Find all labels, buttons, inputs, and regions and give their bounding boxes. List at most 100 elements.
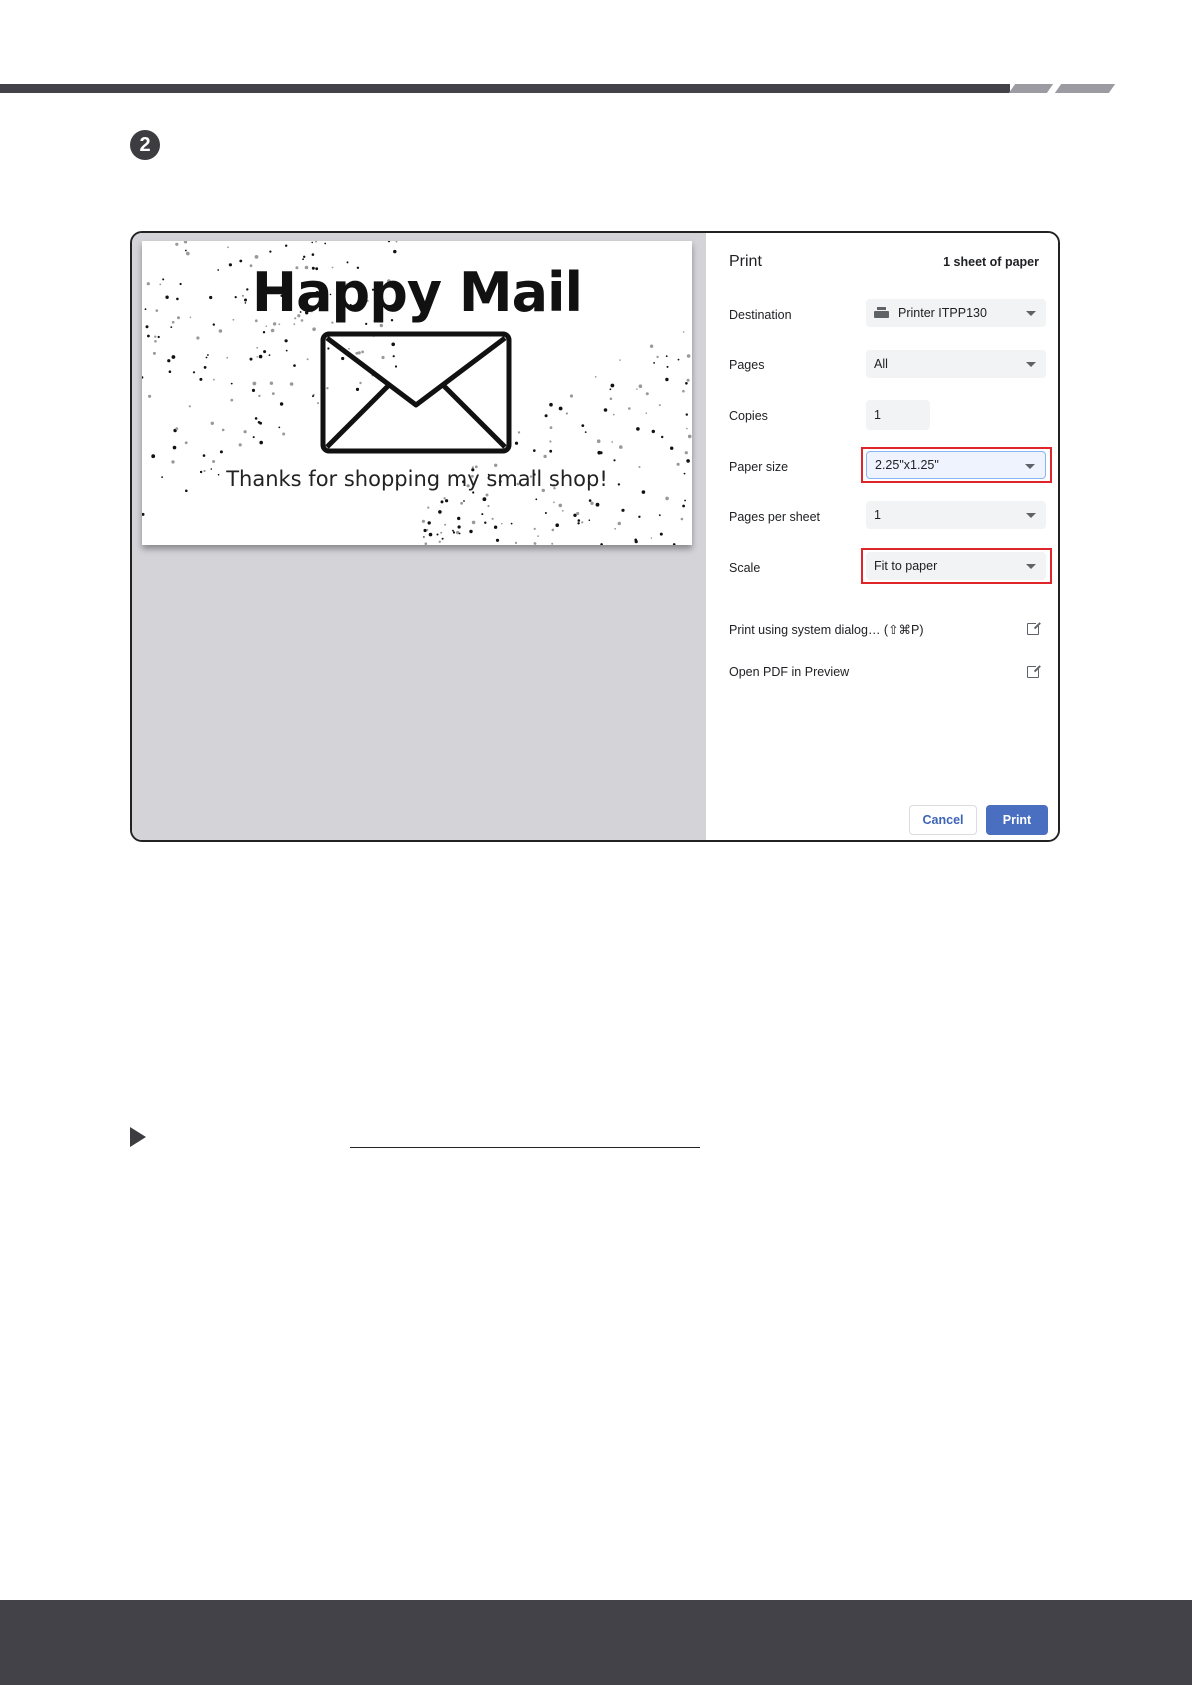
confetti-dot bbox=[444, 523, 447, 526]
confetti-dot bbox=[262, 331, 266, 334]
confetti-dot bbox=[357, 351, 361, 355]
confetti-dot bbox=[577, 519, 581, 522]
confetti-dot bbox=[443, 497, 446, 500]
chevron-down-icon bbox=[1026, 513, 1036, 518]
confetti-dot bbox=[682, 504, 685, 508]
printer-icon bbox=[874, 307, 889, 319]
confetti-dot bbox=[148, 394, 152, 398]
pages-per-sheet-select[interactable]: 1 bbox=[866, 501, 1046, 529]
confetti-dot bbox=[596, 439, 601, 443]
pages-per-sheet-value: 1 bbox=[874, 508, 881, 522]
confetti-dot bbox=[533, 542, 537, 545]
confetti-dot bbox=[157, 335, 160, 339]
confetti-dot bbox=[428, 532, 433, 537]
confetti-dot bbox=[628, 407, 631, 410]
copies-input[interactable]: 1 bbox=[866, 400, 930, 430]
confetti-dot bbox=[611, 441, 614, 443]
confetti-dot bbox=[507, 444, 510, 447]
confetti-dot bbox=[682, 331, 685, 333]
confetti-dot bbox=[665, 377, 669, 382]
confetti-dot bbox=[535, 498, 538, 501]
confetti-dot bbox=[551, 528, 555, 532]
confetti-dot bbox=[553, 501, 555, 504]
confetti-dot bbox=[172, 445, 177, 450]
open-external-icon[interactable] bbox=[1027, 621, 1041, 635]
confetti-dot bbox=[656, 355, 659, 359]
confetti-dot bbox=[594, 376, 597, 378]
confetti-dot bbox=[484, 521, 487, 524]
scale-label: Scale bbox=[729, 561, 761, 575]
confetti-dot bbox=[676, 462, 680, 466]
paper-size-highlight bbox=[861, 447, 1052, 483]
pages-per-sheet-label: Pages per sheet bbox=[729, 510, 821, 524]
confetti-dot bbox=[650, 537, 653, 539]
confetti-dot bbox=[537, 535, 539, 537]
confetti-dot bbox=[423, 528, 427, 533]
open-pdf-link[interactable]: Open PDF in Preview bbox=[729, 665, 849, 679]
confetti-dot bbox=[436, 533, 439, 536]
confetti-dot bbox=[551, 542, 554, 545]
confetti-dot bbox=[426, 529, 429, 531]
confetti-dot bbox=[252, 381, 257, 386]
confetti-dot bbox=[147, 334, 150, 338]
print-dialog: Happy Mail Thanks for shopping my small … bbox=[130, 231, 1060, 842]
confetti-dot bbox=[638, 384, 643, 388]
confetti-dot bbox=[171, 460, 175, 464]
confetti-dot bbox=[175, 427, 179, 430]
confetti-dot bbox=[393, 249, 397, 254]
pages-select[interactable]: All bbox=[866, 350, 1046, 378]
confetti-dot bbox=[395, 241, 398, 243]
confetti-dot bbox=[268, 354, 271, 356]
open-external-icon[interactable] bbox=[1027, 664, 1041, 678]
confetti-dot bbox=[619, 359, 621, 361]
confetti-dot bbox=[170, 326, 173, 328]
destination-select[interactable]: Printer ITPP130 bbox=[866, 299, 1046, 327]
confetti-dot bbox=[514, 441, 519, 445]
confetti-dot bbox=[670, 446, 674, 450]
confetti-dot bbox=[558, 503, 563, 508]
confetti-dot bbox=[251, 388, 256, 392]
confetti-dot bbox=[327, 347, 330, 350]
confetti-dot bbox=[438, 540, 441, 543]
copies-label: Copies bbox=[729, 409, 768, 423]
confetti-dot bbox=[588, 519, 591, 521]
confetti-dot bbox=[221, 428, 225, 432]
confetti-dot bbox=[549, 402, 553, 407]
confetti-dot bbox=[154, 340, 157, 343]
confetti-dot bbox=[677, 358, 680, 361]
confetti-dot bbox=[303, 255, 306, 258]
confetti-dot bbox=[312, 395, 314, 398]
confetti-dot bbox=[371, 374, 374, 377]
confetti-dot bbox=[218, 329, 223, 333]
confetti-dot bbox=[682, 389, 685, 393]
confetti-dot bbox=[544, 414, 548, 418]
destination-value: Printer ITPP130 bbox=[898, 306, 987, 320]
confetti-dot bbox=[202, 454, 206, 457]
print-button[interactable]: Print bbox=[986, 805, 1048, 835]
confetti-dot bbox=[533, 449, 536, 452]
system-dialog-link[interactable]: Print using system dialog… (⇧⌘P) bbox=[729, 622, 924, 637]
chevron-down-icon bbox=[1026, 311, 1036, 316]
confetti-dot bbox=[565, 412, 568, 415]
confetti-dot bbox=[543, 454, 547, 459]
confetti-dot bbox=[517, 431, 521, 434]
confetti-dot bbox=[685, 413, 688, 416]
confetti-dot bbox=[533, 527, 536, 530]
confetti-dot bbox=[256, 356, 258, 358]
confetti-dot bbox=[379, 323, 383, 328]
confetti-dot bbox=[270, 328, 275, 333]
confetti-dot bbox=[561, 510, 564, 512]
confetti-dot bbox=[603, 408, 608, 412]
cancel-button[interactable]: Cancel bbox=[909, 805, 977, 835]
confetti-dot bbox=[685, 382, 688, 385]
confetti-dot bbox=[285, 244, 288, 247]
confetti-dot bbox=[493, 525, 498, 529]
confetti-dot bbox=[192, 371, 196, 374]
confetti-dot bbox=[653, 362, 655, 364]
confetti-dot bbox=[487, 504, 490, 508]
print-preview-pane: Happy Mail Thanks for shopping my small … bbox=[132, 233, 706, 840]
confetti-dot bbox=[457, 525, 461, 529]
confetti-dot bbox=[372, 334, 375, 337]
confetti-dot bbox=[686, 459, 690, 463]
confetti-dot bbox=[544, 512, 547, 514]
